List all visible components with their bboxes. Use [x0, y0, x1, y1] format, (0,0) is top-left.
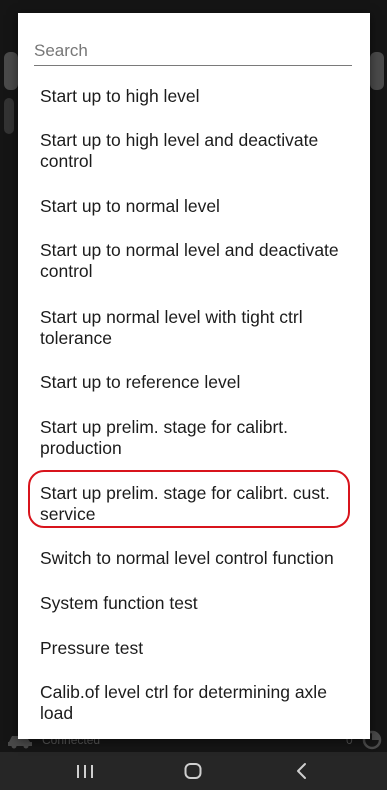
- background-card: [4, 52, 18, 90]
- option-picker-dialog: Start up to high level Start up to high …: [18, 13, 370, 739]
- recents-icon[interactable]: [73, 761, 97, 781]
- list-item[interactable]: Start up to normal level and deactivate …: [40, 240, 360, 282]
- list-item[interactable]: System function test: [40, 593, 360, 614]
- background-card: [4, 98, 14, 134]
- list-item[interactable]: Pressure test: [40, 638, 360, 659]
- option-list: Start up to high level Start up to high …: [18, 13, 370, 739]
- list-item[interactable]: Start up to reference level: [40, 372, 360, 393]
- system-navigation-bar: [0, 752, 387, 790]
- list-item[interactable]: Start up to high level and deactivate co…: [40, 130, 360, 172]
- back-icon[interactable]: [290, 761, 314, 781]
- list-item-highlighted[interactable]: Start up prelim. stage for calibrt. cust…: [40, 483, 360, 525]
- list-item[interactable]: Start up normal level with tight ctrl to…: [40, 307, 360, 349]
- home-icon[interactable]: [181, 761, 205, 781]
- list-item[interactable]: Start up to normal level: [40, 196, 360, 217]
- list-item[interactable]: Calib.of level ctrl for determining axle…: [40, 682, 360, 724]
- list-item[interactable]: Start up to high level: [40, 86, 360, 107]
- list-item[interactable]: Switch to normal level control function: [40, 548, 360, 569]
- list-item[interactable]: Start up prelim. stage for calibrt. prod…: [40, 417, 360, 459]
- background-card: [370, 52, 384, 90]
